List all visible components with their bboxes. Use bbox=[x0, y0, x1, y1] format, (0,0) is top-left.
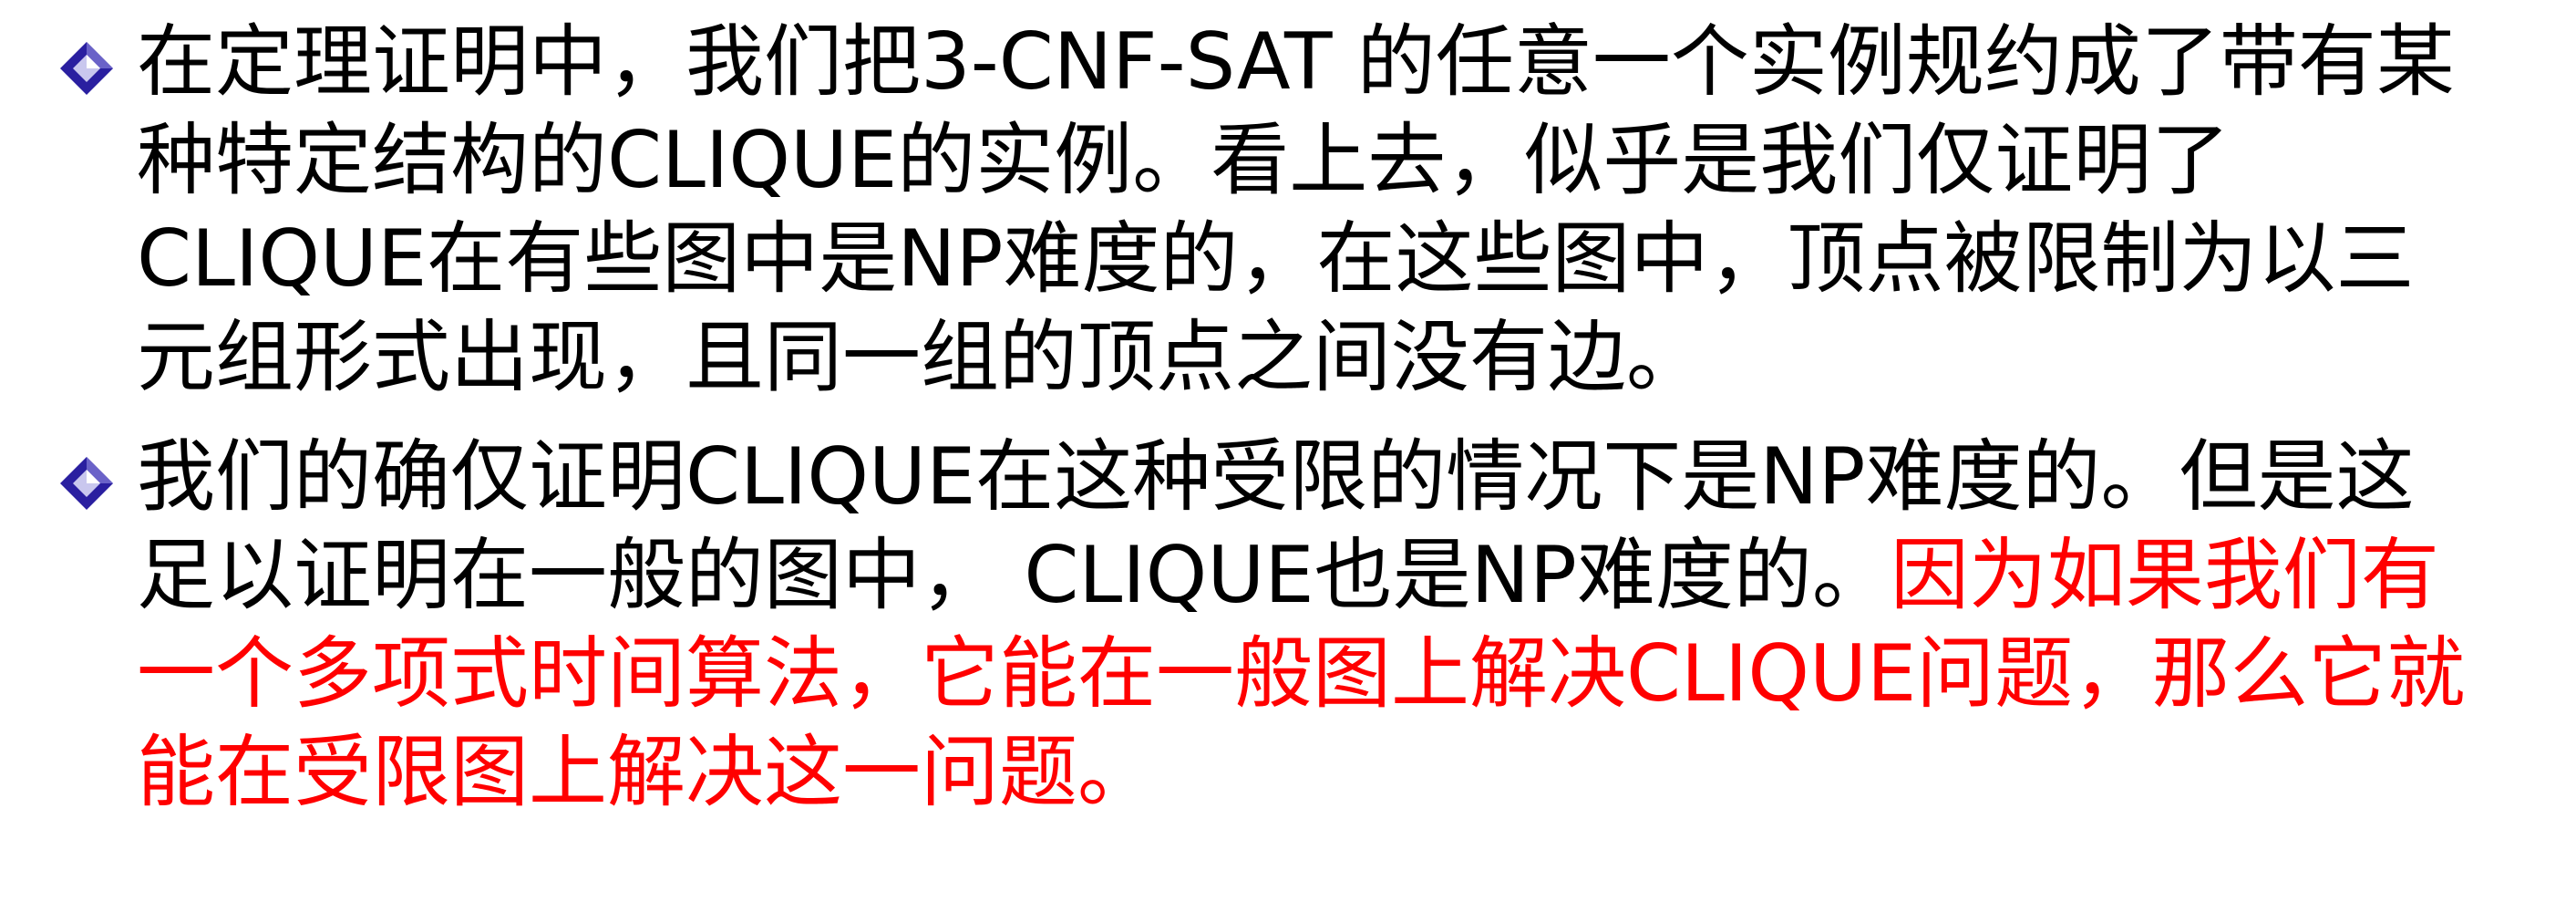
diamond-bullet-icon bbox=[60, 457, 113, 510]
text-segment: 足以证明在一般的图中， CLIQUE也是NP难度的。 bbox=[137, 530, 1891, 621]
highlighted-text-segment: 能在受限图上解决这一问题。 bbox=[137, 727, 1156, 818]
bullet-1-text: 在定理证明中，我们把3-CNF-SAT 的任意一个实例规约成了带有某 种特定结构… bbox=[137, 13, 2561, 407]
bullet-1-line-3: CLIQUE在有些图中是NP难度的，在这些图中，顶点被限制为以三 bbox=[137, 210, 2561, 308]
bullet-1-line-1: 在定理证明中，我们把3-CNF-SAT 的任意一个实例规约成了带有某 bbox=[137, 13, 2561, 111]
bullet-2-line-1: 我们的确仅证明CLIQUE在这种受限的情况下是NP难度的。但是这 bbox=[137, 428, 2561, 526]
text-segment: CLIQUE在有些图中是NP难度的，在这些图中，顶点被限制为以三 bbox=[137, 213, 2415, 305]
highlighted-text-segment: 因为如果我们有 bbox=[1890, 530, 2439, 621]
highlighted-text-segment: 一个多项式时间算法，它能在一般图上解决CLIQUE问题，那么它就 bbox=[137, 628, 2466, 720]
text-segment: 种特定结构的CLIQUE的实例。看上去，似乎是我们仅证明了 bbox=[137, 115, 2231, 206]
bullet-2-line-4: 能在受限图上解决这一问题。 bbox=[137, 723, 2561, 822]
text-segment: 我们的确仅证明CLIQUE在这种受限的情况下是NP难度的。但是这 bbox=[137, 431, 2415, 523]
slide: 在定理证明中，我们把3-CNF-SAT 的任意一个实例规约成了带有某 种特定结构… bbox=[0, 0, 2576, 912]
bullet-1-line-4: 元组形式出现，且同一组的顶点之间没有边。 bbox=[137, 308, 2561, 407]
text-segment: 在定理证明中，我们把3-CNF-SAT 的任意一个实例规约成了带有某 bbox=[137, 16, 2455, 108]
bullet-2-line-3: 一个多项式时间算法，它能在一般图上解决CLIQUE问题，那么它就 bbox=[137, 625, 2561, 723]
bullet-2-text: 我们的确仅证明CLIQUE在这种受限的情况下是NP难度的。但是这 足以证明在一般… bbox=[137, 428, 2561, 822]
text-segment: 元组形式出现，且同一组的顶点之间没有边。 bbox=[137, 312, 1705, 403]
bullet-2-line-2: 足以证明在一般的图中， CLIQUE也是NP难度的。因为如果我们有 bbox=[137, 526, 2561, 625]
bullet-1-line-2: 种特定结构的CLIQUE的实例。看上去，似乎是我们仅证明了 bbox=[137, 111, 2561, 210]
diamond-bullet-icon bbox=[60, 42, 113, 95]
